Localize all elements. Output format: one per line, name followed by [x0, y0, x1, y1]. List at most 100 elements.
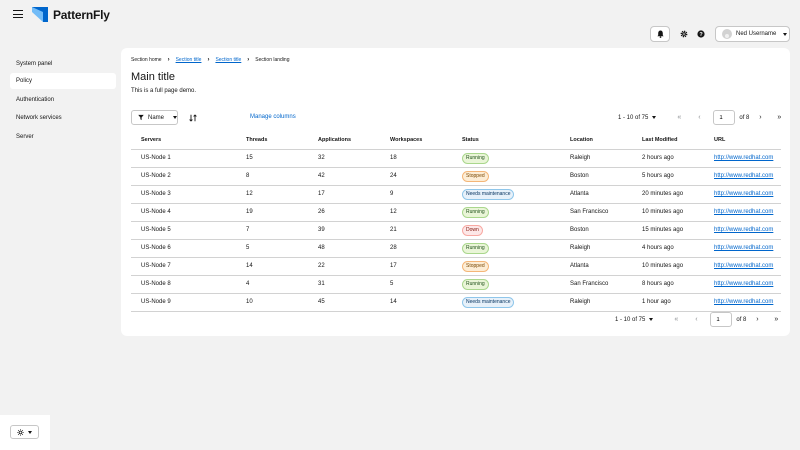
table-row[interactable]: US-Node 8 4 31 5 Running San Francisco 8 hours… — [131, 275, 781, 294]
sidebar-item-network-services[interactable]: Network services — [10, 110, 116, 126]
breadcrumb-section-title-2[interactable]: Section title — [215, 57, 241, 63]
last-page-icon[interactable]: » — [773, 114, 785, 121]
cell-applications: 45 — [308, 293, 380, 312]
next-page-icon[interactable]: › — [754, 114, 766, 121]
brand-name: PatternFly — [53, 7, 110, 22]
cell-workspaces: 24 — [380, 167, 452, 186]
notifications-button[interactable] — [650, 26, 670, 42]
column-header-servers[interactable]: Servers — [131, 132, 236, 150]
table-row[interactable]: US-Node 9 10 45 14 Needs maintenance Raleigh 1… — [131, 293, 781, 312]
cell-threads: 12 — [236, 185, 308, 204]
table-row[interactable]: US-Node 3 12 17 9 Needs maintenance Atlanta 20… — [131, 185, 781, 204]
user-menu-toggle[interactable]: Ned Username — [715, 26, 790, 42]
help-button[interactable]: ? — [694, 26, 708, 42]
cell-applications: 22 — [308, 257, 380, 276]
column-header-applications[interactable]: Applications — [308, 132, 380, 150]
breadcrumb-home[interactable]: Section home — [131, 57, 162, 63]
filter-label: Name — [147, 114, 164, 121]
cell-server-name: US-Node 5 — [131, 221, 236, 240]
column-header-last-modified[interactable]: Last Modified — [632, 132, 704, 150]
first-page-icon[interactable]: « — [673, 114, 685, 121]
cell-location: San Francisco — [560, 275, 632, 294]
cell-url[interactable]: http://www.redhat.com — [704, 167, 781, 186]
cell-status: Running — [452, 275, 560, 294]
cell-applications: 26 — [308, 203, 380, 222]
cell-workspaces: 28 — [380, 239, 452, 258]
previous-page-icon[interactable]: ‹ — [693, 114, 705, 121]
caret-down-icon — [173, 116, 177, 119]
sidebar-item-server[interactable]: Server — [10, 129, 116, 145]
last-page-icon[interactable]: » — [770, 316, 782, 323]
gear-icon — [680, 30, 688, 38]
pagination-top: 1 - 10 of 75 « ‹ of 8 › » — [618, 110, 785, 125]
page-number-input[interactable] — [710, 312, 733, 327]
column-header-location[interactable]: Location — [560, 132, 632, 150]
sidebar-item-authentication[interactable]: Authentication — [10, 92, 116, 108]
cell-location: Raleigh — [560, 149, 632, 168]
cell-server-name: US-Node 4 — [131, 203, 236, 222]
theme-toggle-button[interactable] — [10, 425, 39, 439]
cell-url[interactable]: http://www.redhat.com — [704, 185, 781, 204]
cell-server-name: US-Node 2 — [131, 167, 236, 186]
breadcrumb: Section home › Section title › Section t… — [131, 57, 290, 63]
cell-workspaces: 21 — [380, 221, 452, 240]
cell-location: Atlanta — [560, 257, 632, 276]
column-header-status[interactable]: Status — [452, 132, 560, 150]
page-number-input[interactable] — [713, 110, 736, 125]
cell-workspaces: 9 — [380, 185, 452, 204]
pagination-range: 1 - 10 of 75 — [618, 114, 649, 121]
cell-url[interactable]: http://www.redhat.com — [704, 257, 781, 276]
per-page-toggle[interactable]: 1 - 10 of 75 — [618, 114, 657, 121]
sidebar-item-system-panel[interactable]: System panel — [10, 56, 116, 72]
cell-url[interactable]: http://www.redhat.com — [704, 149, 781, 168]
sun-icon — [17, 428, 24, 436]
status-badge: Running — [462, 242, 489, 254]
pagination-bottom: 1 - 10 of 75 « ‹ of 8 › » — [615, 312, 782, 327]
breadcrumb-section-title-1[interactable]: Section title — [176, 57, 202, 63]
status-badge: Needs maintenance — [462, 188, 515, 200]
cell-server-name: US-Node 8 — [131, 275, 236, 294]
cell-url[interactable]: http://www.redhat.com — [704, 293, 781, 312]
cell-server-name: US-Node 3 — [131, 185, 236, 204]
table-row[interactable]: US-Node 4 19 26 12 Running San Francisco 10 mi… — [131, 203, 781, 222]
cell-url[interactable]: http://www.redhat.com — [704, 239, 781, 258]
bell-icon — [656, 30, 664, 38]
sidebar-item-policy[interactable]: Policy — [10, 73, 116, 89]
table-row[interactable]: US-Node 6 5 48 28 Running Raleigh 4 hours ago h… — [131, 239, 781, 258]
cell-location: Atlanta — [560, 185, 632, 204]
table-row[interactable]: US-Node 1 15 32 18 Running Raleigh 2 hours ago… — [131, 149, 781, 168]
manage-columns-button[interactable]: Manage columns — [250, 114, 296, 120]
cell-url[interactable]: http://www.redhat.com — [704, 275, 781, 294]
cell-status: Running — [452, 203, 560, 222]
cell-url[interactable]: http://www.redhat.com — [704, 221, 781, 240]
cell-last-modified: 1 hour ago — [632, 293, 704, 312]
column-header-url[interactable]: URL — [704, 132, 781, 150]
table-row[interactable]: US-Node 7 14 22 17 Stopped Atlanta 10 minutes … — [131, 257, 781, 276]
table-row[interactable]: US-Node 2 8 42 24 Stopped Boston 5 hours ago ht… — [131, 167, 781, 186]
cell-threads: 8 — [236, 167, 308, 186]
brand[interactable]: PatternFly — [31, 6, 110, 23]
first-page-icon[interactable]: « — [670, 316, 682, 323]
chevron-right-icon: › — [247, 57, 250, 63]
cell-last-modified: 2 hours ago — [632, 149, 704, 168]
column-header-threads[interactable]: Threads — [236, 132, 308, 150]
previous-page-icon[interactable]: ‹ — [690, 316, 702, 323]
column-header-workspaces[interactable]: Workspaces — [380, 132, 452, 150]
per-page-toggle[interactable]: 1 - 10 of 75 — [615, 317, 654, 323]
cell-status: Stopped — [452, 257, 560, 276]
cell-url[interactable]: http://www.redhat.com — [704, 203, 781, 222]
cell-status: Needs maintenance — [452, 293, 560, 312]
next-page-icon[interactable]: › — [751, 316, 763, 323]
status-badge: Down — [462, 224, 483, 236]
cell-last-modified: 4 hours ago — [632, 239, 704, 258]
sort-button[interactable] — [187, 112, 199, 124]
settings-button[interactable] — [677, 26, 691, 42]
cell-server-name: US-Node 9 — [131, 293, 236, 312]
hamburger-menu-icon[interactable] — [13, 10, 23, 18]
filter-dropdown[interactable]: Name — [131, 110, 178, 125]
cell-applications: 31 — [308, 275, 380, 294]
cell-threads: 7 — [236, 221, 308, 240]
table-row[interactable]: US-Node 5 7 39 21 Down Boston 15 minutes ago ht… — [131, 221, 781, 240]
main-content-card: Section home › Section title › Section t… — [121, 48, 790, 336]
cell-threads: 5 — [236, 239, 308, 258]
